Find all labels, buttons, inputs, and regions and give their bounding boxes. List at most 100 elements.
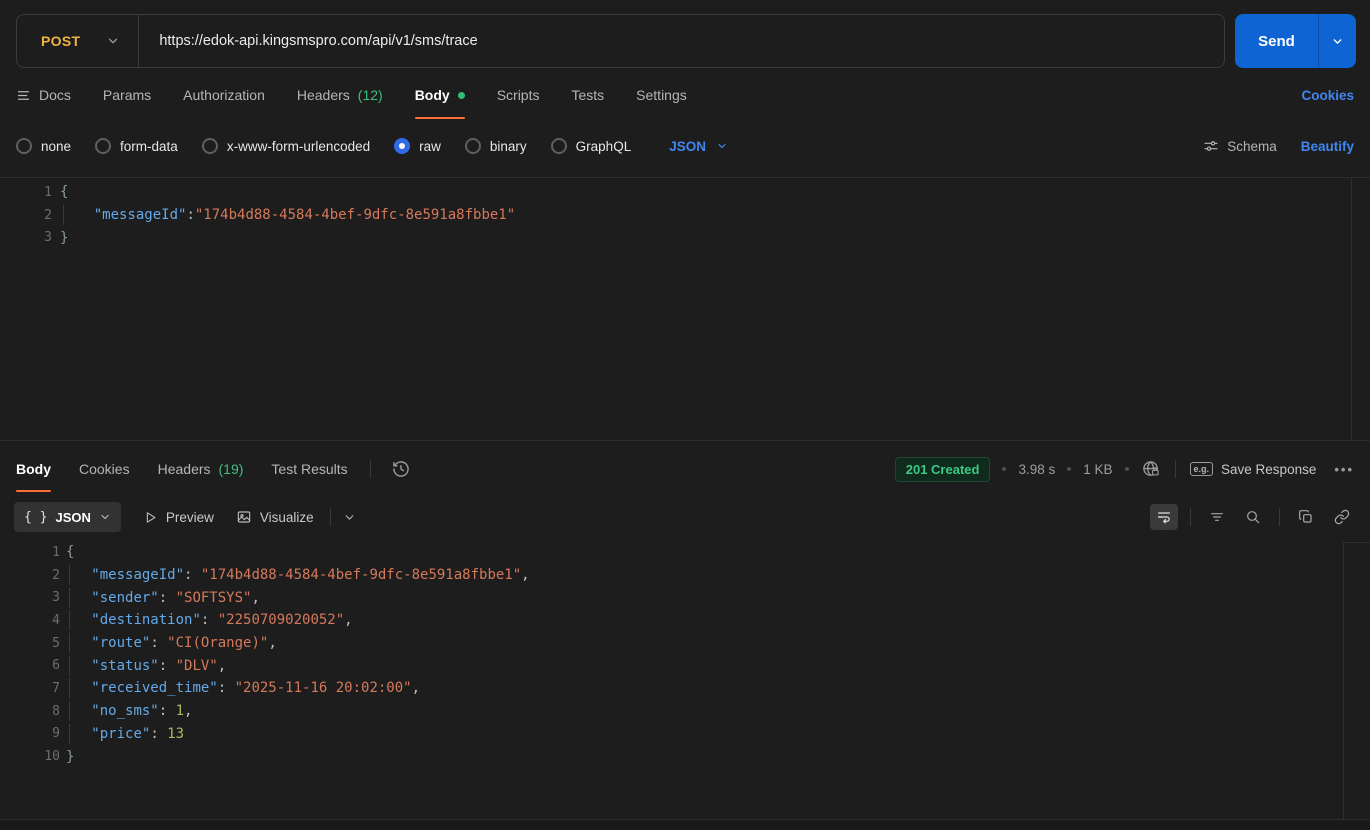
code-text: } — [66, 749, 74, 765]
response-time[interactable]: 3.98 s — [1018, 462, 1055, 477]
response-history-button[interactable] — [391, 459, 411, 479]
code-line: 10} — [0, 745, 1370, 768]
response-tab-body[interactable]: Body — [16, 441, 51, 497]
line-number: 5 — [16, 636, 60, 651]
divider — [1175, 460, 1176, 478]
mode-label: x-www-form-urlencoded — [227, 139, 370, 154]
tab-authorization[interactable]: Authorization — [183, 68, 265, 122]
copy-icon — [1298, 509, 1314, 525]
response-tab-cookies[interactable]: Cookies — [79, 441, 130, 497]
tab-label: Headers — [297, 87, 350, 103]
line-number: 4 — [16, 613, 60, 628]
radio-icon — [16, 138, 32, 154]
response-tab-test-results[interactable]: Test Results — [271, 441, 347, 497]
tab-headers[interactable]: Headers (12) — [297, 68, 383, 122]
tab-label: Body — [415, 87, 450, 103]
tab-label: Settings — [636, 87, 687, 103]
filter-button[interactable] — [1203, 504, 1231, 530]
line-number: 8 — [16, 704, 60, 719]
tab-label: Scripts — [497, 87, 540, 103]
divider — [330, 508, 331, 526]
response-header: Body Cookies Headers (19) Test Results 2… — [0, 441, 1370, 497]
status-badge[interactable]: 201 Created — [895, 457, 991, 482]
scrollbar-track[interactable] — [1343, 542, 1344, 820]
beautify-button[interactable]: Beautify — [1301, 139, 1354, 154]
code-text: } — [60, 230, 68, 246]
history-clock-icon — [391, 459, 411, 479]
response-size[interactable]: 1 KB — [1083, 462, 1112, 477]
chevron-down-icon — [716, 140, 728, 152]
tab-scripts[interactable]: Scripts — [497, 68, 540, 122]
request-url-row: POST https://edok-api.kingsmspro.com/api… — [0, 0, 1370, 68]
response-body-viewer[interactable]: 1{2 "messageId": "174b4d88-4584-4bef-9df… — [0, 537, 1370, 830]
visualize-label: Visualize — [260, 510, 314, 525]
tab-label: Cookies — [79, 461, 130, 477]
method-selector[interactable]: POST — [17, 15, 138, 67]
tab-docs[interactable]: Docs — [16, 68, 71, 122]
tab-label: Headers — [158, 461, 211, 477]
bottom-strip — [0, 820, 1370, 830]
response-tab-headers[interactable]: Headers (19) — [158, 441, 244, 497]
more-views-button[interactable] — [343, 511, 356, 524]
raw-language-select[interactable]: JSON — [669, 139, 728, 154]
response-toolbar: { } JSON Preview Visualize — [0, 497, 1370, 537]
body-mode-urlencoded[interactable]: x-www-form-urlencoded — [202, 138, 370, 154]
cookies-link[interactable]: Cookies — [1301, 88, 1354, 103]
tab-tests[interactable]: Tests — [571, 68, 604, 122]
tab-count: (12) — [358, 87, 383, 103]
network-security-button[interactable] — [1141, 459, 1161, 479]
tab-label: Params — [103, 87, 151, 103]
save-response-label: Save Response — [1221, 462, 1316, 477]
line-number: 10 — [16, 749, 60, 764]
body-mode-raw[interactable]: raw — [394, 138, 441, 154]
wrap-text-icon — [1156, 509, 1172, 525]
copy-button[interactable] — [1292, 504, 1320, 530]
divider — [1190, 508, 1191, 526]
tab-settings[interactable]: Settings — [636, 68, 687, 122]
tab-params[interactable]: Params — [103, 68, 151, 122]
body-mode-none[interactable]: none — [16, 138, 71, 154]
send-button[interactable]: Send — [1235, 14, 1318, 68]
save-response-button[interactable]: e.g. Save Response — [1190, 462, 1317, 477]
response-format-select[interactable]: { } JSON — [14, 502, 121, 532]
dot-separator — [1002, 467, 1006, 471]
more-options-button[interactable]: ••• — [1334, 462, 1354, 477]
globe-lock-icon — [1141, 459, 1161, 479]
dot-separator — [1125, 467, 1129, 471]
code-line: 7 "received_time": "2025-11-16 20:02:00"… — [0, 677, 1370, 700]
code-line: 9 "price": 13 — [0, 723, 1370, 746]
body-mode-form-data[interactable]: form-data — [95, 138, 178, 154]
schema-button[interactable]: Schema — [1203, 138, 1277, 154]
code-line: 3 "sender": "SOFTSYS", — [0, 586, 1370, 609]
body-mode-graphql[interactable]: GraphQL — [551, 138, 632, 154]
chevron-down-icon — [1331, 35, 1344, 48]
response-meta: 201 Created 3.98 s 1 KB e.g. Save Respon… — [895, 457, 1354, 482]
url-input[interactable]: https://edok-api.kingsmspro.com/api/v1/s… — [139, 33, 477, 49]
radio-selected-icon — [394, 138, 410, 154]
visualize-button[interactable]: Visualize — [236, 509, 314, 525]
method-label: POST — [41, 33, 80, 49]
send-options-button[interactable] — [1318, 14, 1356, 68]
code-line: 4 "destination": "2250709020052", — [0, 609, 1370, 632]
search-button[interactable] — [1239, 504, 1267, 530]
radio-icon — [202, 138, 218, 154]
preview-button[interactable]: Preview — [143, 510, 214, 525]
code-text: "no_sms": 1, — [66, 703, 192, 719]
search-icon — [1245, 509, 1261, 525]
language-label: JSON — [669, 139, 706, 154]
format-label: JSON — [55, 510, 90, 525]
code-line: 6 "status": "DLV", — [0, 654, 1370, 677]
wrap-text-button[interactable] — [1150, 504, 1178, 530]
line-number: 7 — [16, 681, 60, 696]
chevron-down-icon — [99, 511, 111, 523]
radio-icon — [95, 138, 111, 154]
body-mode-binary[interactable]: binary — [465, 138, 527, 154]
link-button[interactable] — [1328, 504, 1356, 530]
tab-body[interactable]: Body — [415, 68, 465, 122]
play-icon — [143, 510, 158, 525]
body-modified-dot — [458, 92, 465, 99]
request-body-editor[interactable]: 1{2 "messageId":"174b4d88-4584-4bef-9dfc… — [0, 177, 1370, 441]
tab-label: Docs — [39, 87, 71, 103]
schema-label: Schema — [1227, 139, 1277, 154]
filter-icon — [1209, 509, 1225, 525]
